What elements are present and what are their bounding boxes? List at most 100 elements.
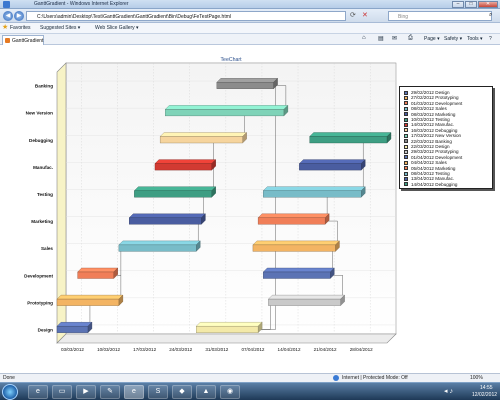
legend-swatch: [404, 144, 408, 149]
start-button[interactable]: [2, 384, 18, 400]
gantt-bar-top: [262, 186, 366, 191]
window-title-bar[interactable]: GanttGradient - Windows Internet Explore…: [0, 0, 500, 9]
chart-title: TeeChart: [220, 57, 242, 63]
y-tick-label: New Version: [26, 111, 54, 116]
legend-label: 04/04/2012 Sales: [411, 160, 447, 166]
gantt-bar: [299, 163, 362, 171]
legend-item: 14/04/2012 Debugging: [404, 182, 458, 187]
x-tick-label: 07/04/2012: [241, 347, 264, 352]
web-slice-gallery-link[interactable]: Web Slice Gallery ▾: [95, 25, 139, 31]
taskbar-paint-icon[interactable]: ✎: [100, 385, 120, 399]
mail-icon[interactable]: ✉: [392, 35, 397, 42]
taskbar-app-icon[interactable]: ◉: [220, 385, 240, 399]
taskbar-vs-icon[interactable]: ◆: [172, 385, 192, 399]
zoom-level[interactable]: 100%: [470, 375, 483, 381]
x-tick-label: 03/03/2012: [61, 347, 84, 352]
gantt-bar: [134, 190, 212, 198]
legend-swatch: [404, 122, 408, 127]
favorites-button[interactable]: Favorites: [10, 25, 31, 31]
chart-legend: 29/02/2012 Design 27/02/2012 Prototyping 0…: [399, 86, 493, 189]
gantt-bar-top: [252, 240, 340, 246]
tools-menu[interactable]: Tools ▾: [467, 36, 483, 42]
legend-swatch: [404, 139, 408, 144]
gantt-bar: [263, 190, 362, 198]
taskbar-folder-icon[interactable]: ▭: [52, 385, 72, 399]
legend-item: 08/03/2012 Marketing: [404, 112, 455, 117]
x-tick-label: 10/03/2012: [97, 347, 120, 352]
address-url: C:\Users\admin\Desktop\Test\GanttGradien…: [37, 14, 231, 20]
print-icon[interactable]: ⎙: [408, 35, 413, 42]
taskbar: e ▭ ▶ ✎ e S ◆ ▲ ◉ 14:55 12/02/2012 ◂ ♪: [0, 382, 500, 400]
tray-icons[interactable]: ◂ ♪: [444, 387, 453, 395]
gantt-bar-top: [133, 186, 217, 191]
legend-item: 01/04/2012 Development: [404, 155, 462, 160]
legend-swatch: [404, 117, 408, 122]
taskbar-ie-icon[interactable]: e: [28, 385, 48, 399]
taskbar-tool-icon[interactable]: ▲: [196, 385, 216, 399]
gantt-bar-top: [56, 294, 124, 300]
feeds-icon[interactable]: ▤: [378, 35, 384, 42]
address-input[interactable]: C:\Users\admin\Desktop\Test\GanttGradien…: [26, 11, 346, 21]
maximize-button[interactable]: □: [465, 1, 477, 8]
security-zone[interactable]: Internet | Protected Mode: Off: [342, 375, 408, 381]
taskbar-ie-window-icon[interactable]: e: [124, 385, 144, 399]
close-button[interactable]: ✕: [478, 1, 498, 8]
taskbar-skype-icon[interactable]: S: [148, 385, 168, 399]
safety-menu[interactable]: Safety ▾: [444, 36, 462, 42]
gantt-bar: [77, 271, 114, 279]
clock-time: 14:55: [480, 385, 493, 391]
system-tray: 14:55 12/02/2012 ◂ ♪: [440, 384, 500, 400]
legend-label: 14/03/2012 Manufac.: [411, 122, 455, 128]
status-text: Done: [3, 375, 15, 381]
legend-item: 22/03/2012 Design: [404, 144, 450, 149]
home-icon[interactable]: ⌂: [362, 35, 366, 41]
legend-swatch: [404, 155, 408, 160]
suggested-sites-link[interactable]: Suggested Sites ▾: [40, 25, 80, 31]
search-icon[interactable]: ⌕: [489, 12, 492, 19]
x-tick-label: 28/04/2012: [350, 347, 373, 352]
help-button[interactable]: ?: [489, 36, 492, 42]
legend-item: 27/02/2012 Prototyping: [404, 95, 459, 100]
page-icon: [5, 38, 10, 43]
gantt-bar: [196, 326, 259, 333]
gantt-bar: [268, 298, 341, 306]
chart-back-wall: [65, 62, 397, 335]
y-tick-label: Debugging: [29, 138, 53, 143]
legend-item: 05/04/2012 Marketing: [404, 166, 455, 171]
legend-label: 08/04/2012 Testing: [411, 171, 450, 176]
gantt-bar: [252, 244, 336, 252]
gantt-bar: [56, 326, 89, 333]
legend-item: 29/03/2012 Prototyping: [404, 149, 459, 154]
gantt-bar: [159, 136, 243, 144]
legend-item: 29/02/2012 Design: [404, 90, 450, 95]
legend-item: 04/04/2012 Sales: [404, 160, 447, 165]
chart-floor: [56, 333, 397, 344]
taskbar-media-icon[interactable]: ▶: [76, 385, 96, 399]
search-input[interactable]: Bing: [388, 11, 492, 21]
favorites-star-icon[interactable]: ★: [2, 23, 8, 31]
gantt-bar: [257, 217, 326, 225]
minimize-button[interactable]: –: [452, 1, 464, 8]
legend-item: 14/03/2012 Manufac.: [404, 122, 454, 127]
page-menu[interactable]: Page ▾: [424, 36, 440, 42]
legend-label: 22/03/2012 Design: [411, 144, 450, 149]
gantt-bar: [129, 217, 202, 225]
legend-label: 05/04/2012 Marketing: [411, 165, 456, 171]
stop-icon[interactable]: ✕: [362, 12, 370, 20]
y-tick-label: Sales: [41, 246, 53, 251]
x-tick-label: 24/03/2012: [169, 347, 192, 352]
gantt-bar-top: [267, 294, 346, 300]
tab-ganttgradient[interactable]: GanttGradient: [2, 35, 44, 45]
back-button[interactable]: ◀: [3, 11, 13, 21]
gantt-bar: [309, 136, 388, 144]
gantt-bar-top: [56, 322, 93, 327]
gantt-bar: [56, 298, 120, 306]
forward-button[interactable]: ▶: [14, 11, 24, 21]
gantt-bar-top: [298, 159, 366, 164]
gantt-bar-top: [128, 213, 206, 218]
search-placeholder: Bing: [398, 14, 409, 20]
gantt-bar: [216, 82, 274, 89]
x-tick-label: 14/04/2012: [278, 347, 301, 352]
ie-app-icon: [3, 1, 10, 8]
refresh-icon[interactable]: ⟳: [350, 12, 358, 20]
